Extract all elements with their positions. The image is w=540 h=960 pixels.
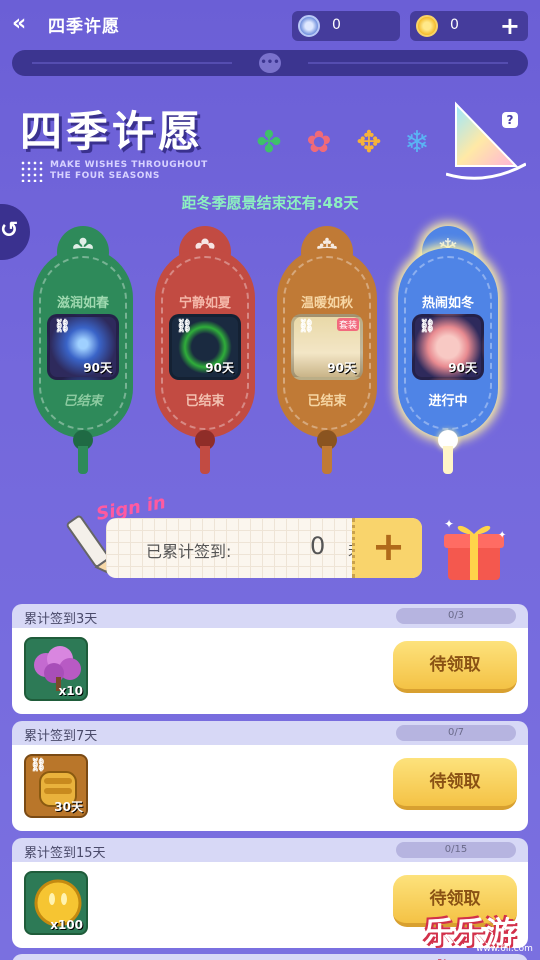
signin-ticket: 已累计签到: 0 天 + <box>106 518 422 578</box>
duration-label: 90天 <box>327 361 356 375</box>
divider <box>308 62 508 64</box>
season-tag-winter[interactable]: ❄ 热闹如冬 ⛓ 90天 进行中 <box>398 226 498 474</box>
season-status: 已结束 <box>63 394 103 409</box>
svg-text:✦: ✦ <box>444 517 454 531</box>
task-progress: 0/7 <box>396 725 516 741</box>
diamond-balance[interactable]: 0 <box>292 11 400 41</box>
season-name: 热闹如冬 <box>421 296 474 311</box>
dot-grid-icon <box>20 160 44 182</box>
task-row: 累计签到7天 0/7 ⛓ 30天 待领取 <box>12 721 528 831</box>
message-bar[interactable]: ••• <box>12 50 528 76</box>
season-name: 滋润如春 <box>56 296 109 311</box>
task-row: 累计签到3天 0/3 x10 待领取 <box>12 604 528 714</box>
task-progress: 0/15 <box>396 842 516 858</box>
task-header: 累计签到7天 0/7 <box>12 721 528 745</box>
task-card: ⛓ 30天 待领取 <box>12 745 528 831</box>
claim-button[interactable]: 待领取 <box>393 758 517 810</box>
swap-icon: ↺ <box>0 218 19 243</box>
top-bar: « 四季许愿 0 0 + <box>0 0 540 48</box>
countdown-text: 距冬季愿景结束还有:48天 <box>181 194 359 212</box>
reward-quantity: x100 <box>50 918 83 932</box>
season-status: 已结束 <box>307 394 347 409</box>
reward-image: ⛓ 套装 90天 <box>291 314 363 380</box>
reward-quantity: 30天 <box>54 800 83 814</box>
link-icon: ⛓ <box>54 319 71 334</box>
banner-subtitle: MAKE WISHES THROUGHOUT THE FOUR SEASONS <box>50 160 208 181</box>
task-title: 累计签到7天 <box>24 729 98 744</box>
claim-button[interactable]: 待领取 <box>393 641 517 693</box>
tag-tassel <box>200 446 210 474</box>
reward-item: ⛓ 30天 <box>24 754 88 818</box>
tag-tassel <box>78 446 88 474</box>
tag-tassel <box>322 446 332 474</box>
reward-quantity: x10 <box>58 684 83 698</box>
tag-tassel <box>443 446 453 474</box>
clover-icon: ✤ <box>256 125 282 160</box>
task-progress: 0/3 <box>396 608 516 624</box>
outfit-badge: 套装 <box>336 318 359 331</box>
reward-image: ⛓ 90天 <box>412 314 484 380</box>
task-title: 累计签到15天 <box>24 846 106 861</box>
link-icon: ⛓ <box>30 758 47 773</box>
season-tag-autumn[interactable]: ✥ 温暖如秋 ⛓ 套装 90天 已结束 <box>277 226 377 474</box>
signin-count: 0 <box>310 532 326 560</box>
diamond-value: 0 <box>332 17 341 33</box>
signin-button[interactable]: + <box>352 518 422 578</box>
duration-label: 90天 <box>205 361 234 375</box>
task-card: x10 待领取 <box>12 628 528 714</box>
link-icon: ⛓ <box>176 319 193 334</box>
season-name: 宁静如夏 <box>178 296 231 311</box>
signin-label: 已累计签到: <box>146 542 232 561</box>
link-icon: ⛓ <box>298 319 315 334</box>
page-title: 四季许愿 <box>48 17 120 37</box>
maple-icon: ✥ <box>356 125 382 160</box>
gold-coin-icon <box>416 15 438 37</box>
reward-item: x100 <box>24 871 88 935</box>
gold-balance[interactable]: 0 + <box>410 11 528 41</box>
signin-panel: Sign in 已累计签到: 0 天 + <box>62 492 442 594</box>
season-name: 温暖如秋 <box>300 296 353 311</box>
snowflake-icon: ❄ <box>404 125 430 160</box>
season-tag-spring[interactable]: ✤ 滋润如春 ⛓ 90天 已结束 <box>33 226 133 474</box>
duration-label: 90天 <box>83 361 112 375</box>
task-header: 累计签到15天 0/15 <box>12 838 528 862</box>
diamond-coin-icon <box>298 15 320 37</box>
watermark-url: www.6ll.com <box>476 944 533 954</box>
reward-image: ⛓ 90天 <box>47 314 119 380</box>
season-status: 进行中 <box>428 394 468 409</box>
add-currency-button[interactable]: + <box>500 12 520 40</box>
task-title: 累计签到3天 <box>24 612 98 627</box>
season-status: 已结束 <box>185 394 225 409</box>
back-icon[interactable]: « <box>12 13 40 35</box>
link-icon: ⛓ <box>419 319 436 334</box>
task-header: 累计签到3天 0/3 <box>12 604 528 628</box>
help-button[interactable]: ? <box>502 112 518 128</box>
banner: 四季许愿 MAKE WISHES THROUGHOUT THE FOUR SEA… <box>18 94 528 204</box>
chat-icon[interactable]: ••• <box>259 53 281 73</box>
reward-image: ⛓ 90天 <box>169 314 241 380</box>
gold-value: 0 <box>450 17 459 33</box>
reward-item: x10 <box>24 637 88 701</box>
sail-icon <box>446 101 526 180</box>
banner-title: 四季许愿 <box>20 107 205 156</box>
divider <box>32 62 232 64</box>
season-tag-summer[interactable]: ✿ 宁静如夏 ⛓ 90天 已结束 <box>155 226 255 474</box>
duration-label: 90天 <box>448 361 477 375</box>
sun-flower-icon: ✿ <box>306 125 332 160</box>
svg-text:✦: ✦ <box>498 530 506 541</box>
gift-box-icon[interactable]: ✦✦ <box>438 516 510 584</box>
